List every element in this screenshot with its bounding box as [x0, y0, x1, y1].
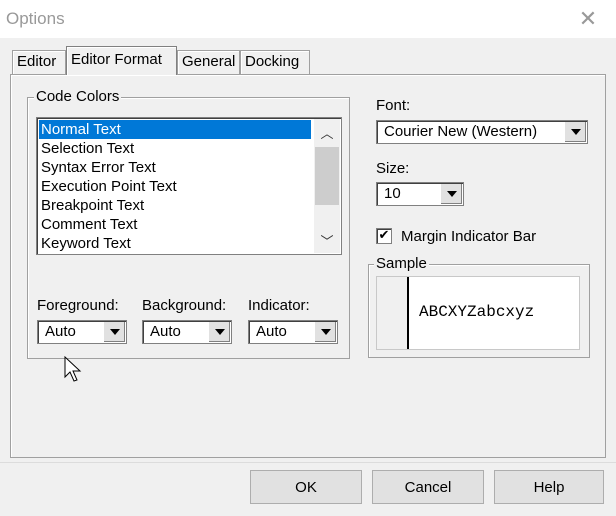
chevron-down-icon[interactable]	[314, 322, 336, 342]
tab-label: Editor	[17, 53, 57, 70]
check-icon: ✔	[378, 228, 390, 243]
list-item[interactable]: Selection Text	[39, 139, 311, 158]
mouse-cursor-icon	[64, 356, 82, 382]
tab-general[interactable]: General	[177, 50, 240, 74]
chevron-down-icon[interactable]	[103, 322, 125, 342]
indicator-select[interactable]: Auto	[248, 320, 338, 344]
indicator-value: Auto	[256, 323, 287, 340]
tab-label: Docking	[245, 53, 300, 70]
sample-label: Sample	[374, 255, 429, 272]
chevron-down-icon[interactable]	[208, 322, 230, 342]
code-colors-listbox[interactable]: Normal Text Selection Text Syntax Error …	[36, 117, 342, 255]
list-item[interactable]: Syntax Error Text	[39, 158, 311, 177]
tab-label: Editor Format	[71, 51, 162, 68]
tab-docking[interactable]: Docking	[240, 50, 310, 74]
list-scrollbar[interactable]: ︿ ﹀	[314, 119, 340, 253]
background-value: Auto	[150, 323, 181, 340]
tab-editor[interactable]: Editor	[12, 50, 66, 74]
tab-label: General	[182, 53, 236, 70]
list-item[interactable]: Keyword Text	[39, 234, 311, 253]
font-select[interactable]: Courier New (Western)	[376, 120, 588, 144]
ok-button[interactable]: OK	[250, 470, 362, 504]
chevron-down-icon[interactable]	[440, 184, 462, 204]
size-label: Size:	[376, 160, 410, 177]
margin-indicator-label[interactable]: Margin Indicator Bar	[401, 228, 536, 245]
cancel-button[interactable]: Cancel	[372, 470, 484, 504]
chevron-down-icon[interactable]	[564, 122, 586, 142]
scroll-thumb[interactable]	[315, 147, 339, 205]
margin-indicator-bar	[377, 277, 409, 349]
scroll-down-icon[interactable]: ﹀	[314, 227, 340, 253]
font-value: Courier New (Western)	[384, 123, 538, 140]
indicator-label: Indicator:	[248, 297, 310, 314]
scroll-up-icon[interactable]: ︿	[314, 119, 340, 145]
footer-separator	[0, 462, 616, 463]
list-item[interactable]: Execution Point Text	[39, 177, 311, 196]
size-value: 10	[384, 185, 401, 202]
margin-indicator-checkbox[interactable]: ✔	[376, 228, 392, 244]
tab-editor-format[interactable]: Editor Format	[66, 46, 177, 75]
list-item[interactable]: Breakpoint Text	[39, 196, 311, 215]
foreground-select[interactable]: Auto	[37, 320, 127, 344]
background-select[interactable]: Auto	[142, 320, 232, 344]
foreground-label: Foreground:	[37, 297, 119, 314]
list-item[interactable]: Comment Text	[39, 215, 311, 234]
close-icon[interactable]: ✕	[572, 4, 604, 34]
sample-text: ABCXYZabcxyz	[419, 303, 535, 321]
code-colors-label: Code Colors	[34, 88, 122, 105]
foreground-value: Auto	[45, 323, 76, 340]
window-title: Options	[6, 9, 65, 28]
title-bar: Options ✕	[0, 0, 616, 38]
list-item[interactable]: Normal Text	[39, 120, 311, 139]
help-button[interactable]: Help	[494, 470, 604, 504]
font-label: Font:	[376, 97, 411, 114]
background-label: Background:	[142, 297, 227, 314]
size-select[interactable]: 10	[376, 182, 464, 206]
sample-preview: ABCXYZabcxyz	[376, 276, 580, 350]
